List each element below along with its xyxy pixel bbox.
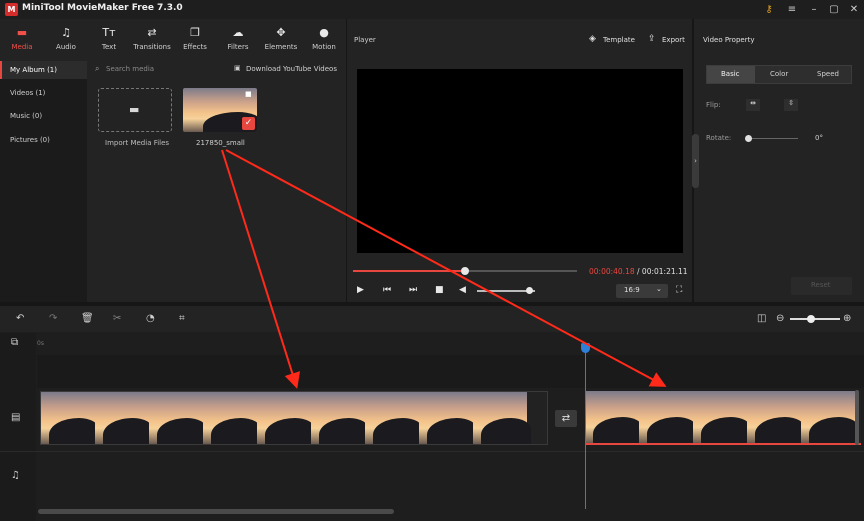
- arrow-to-clip-2: [225, 149, 667, 387]
- annotation-arrows: [221, 149, 667, 389]
- arrow-to-clip-1: [221, 149, 301, 389]
